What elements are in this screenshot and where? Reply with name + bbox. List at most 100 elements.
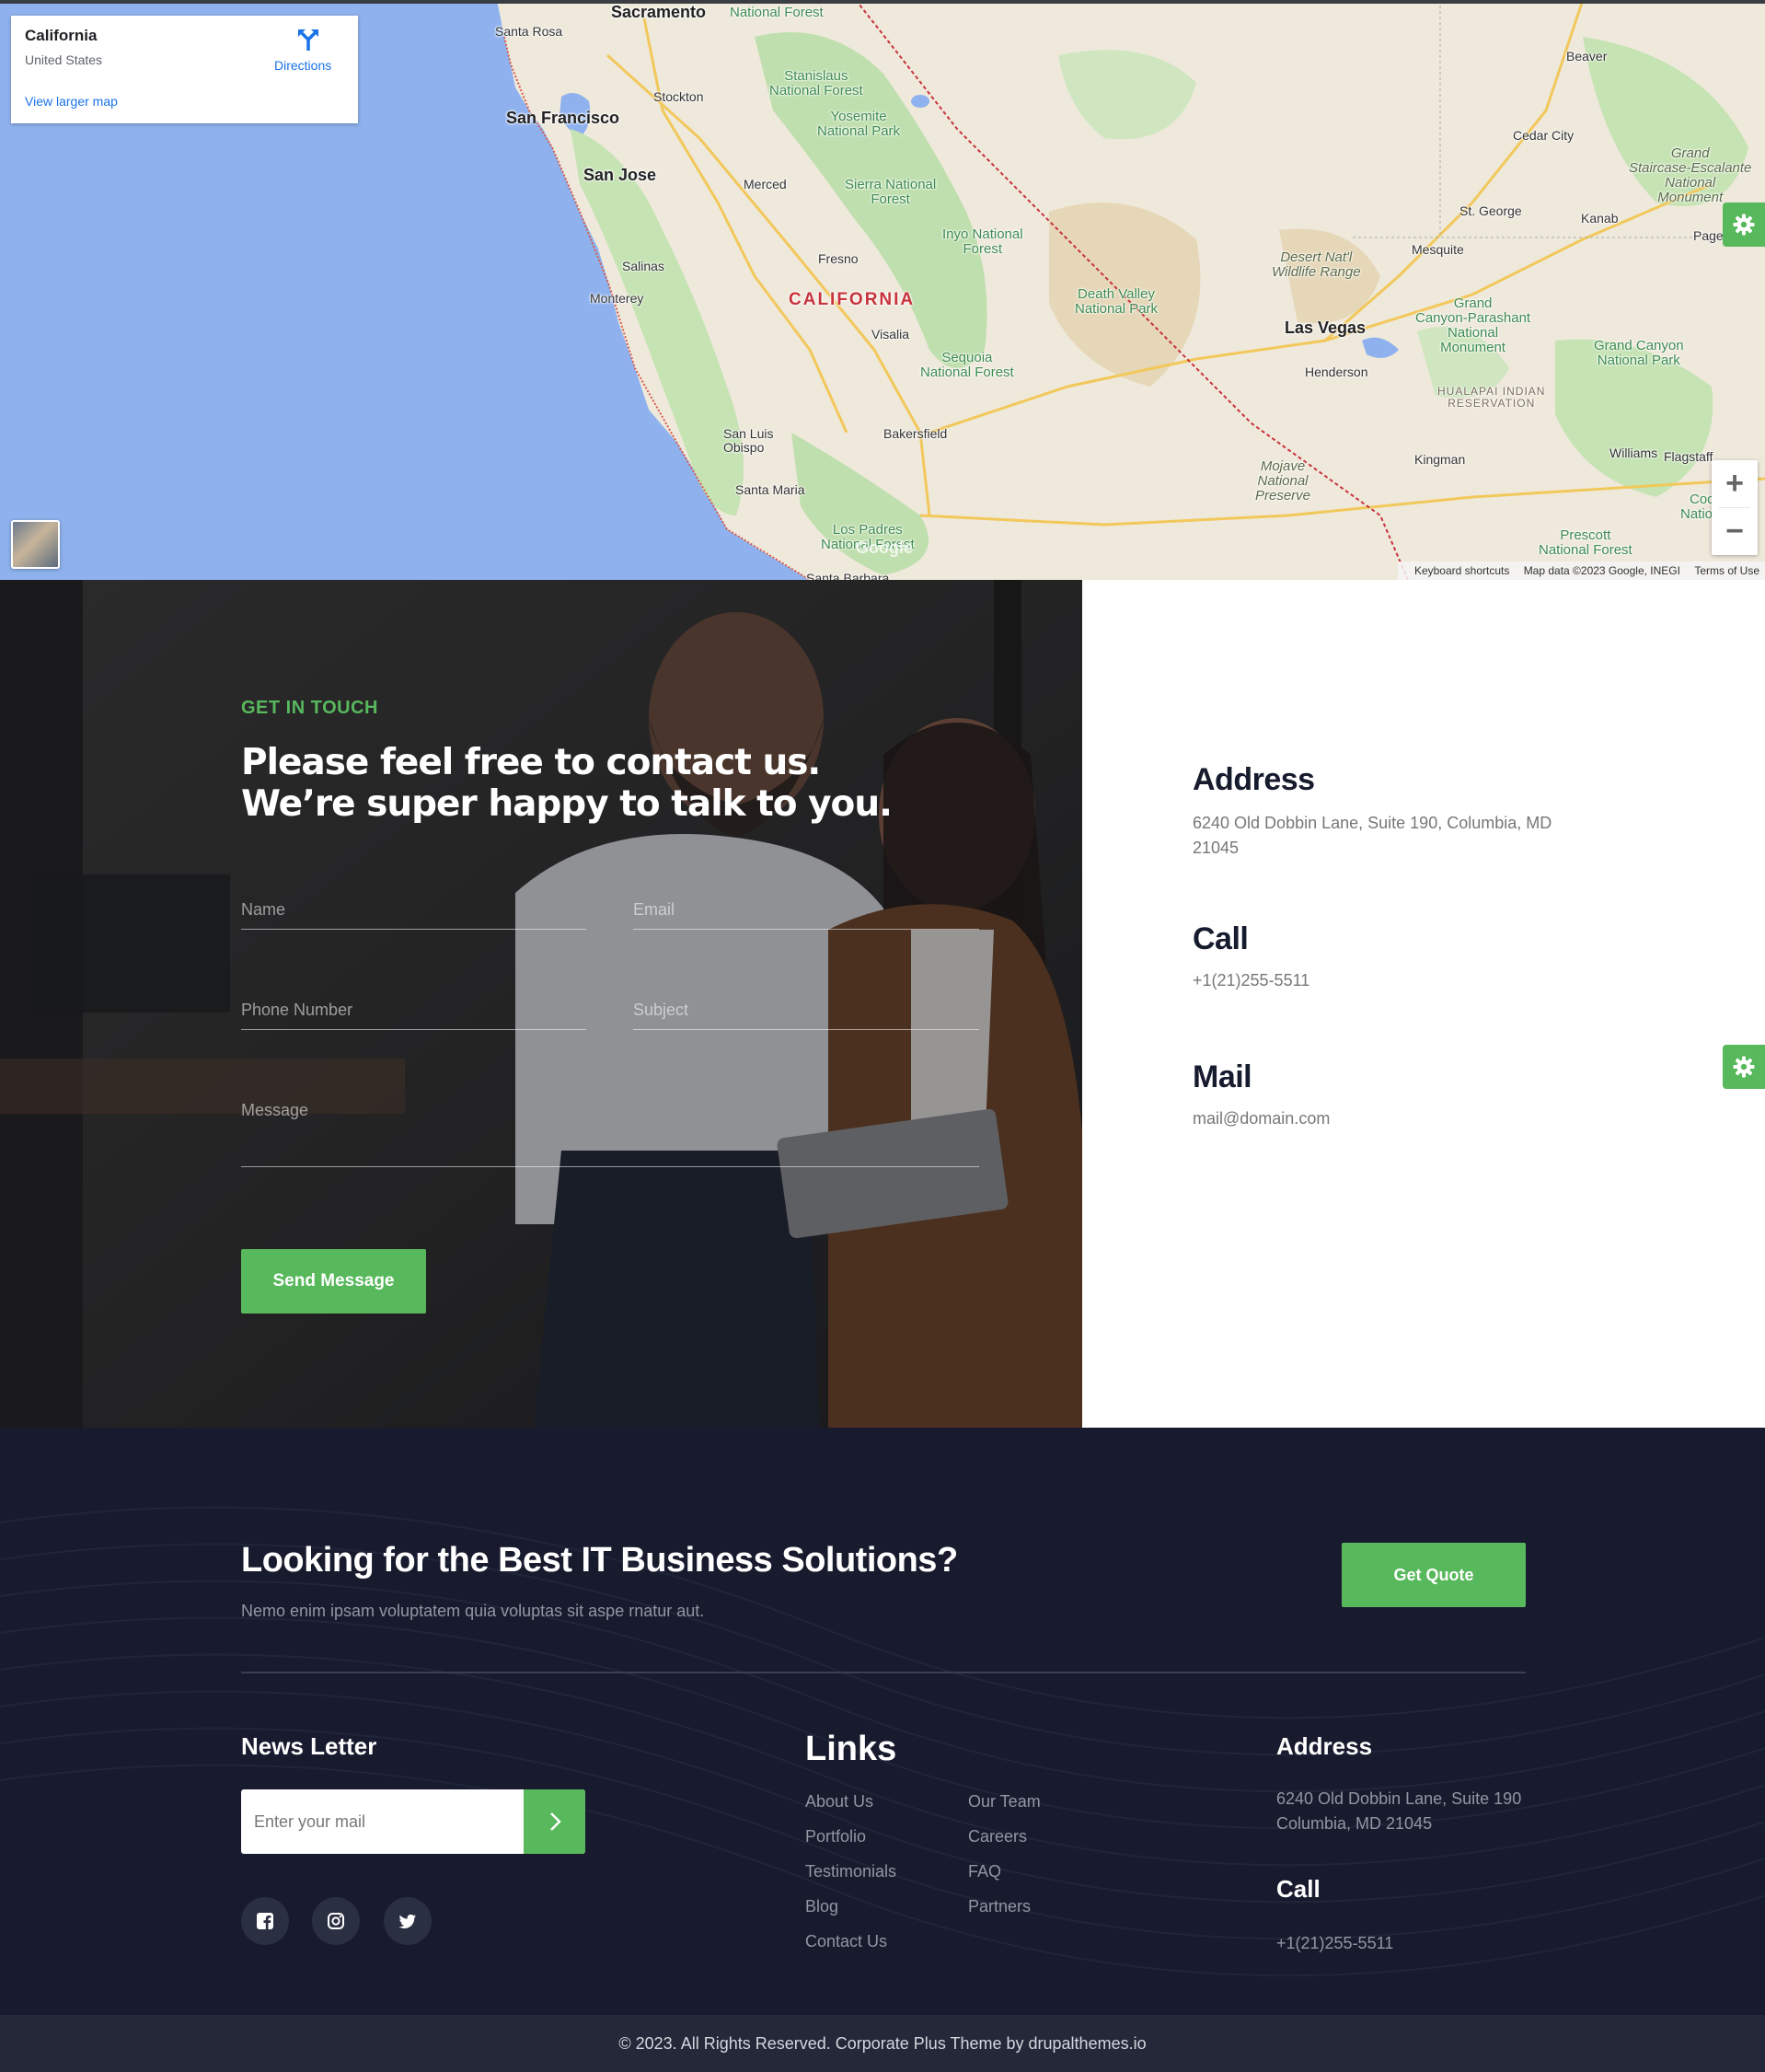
email-field[interactable]: Email [633, 893, 979, 930]
footer-link-about-us[interactable]: About Us [805, 1792, 873, 1812]
message-field[interactable]: Message [241, 1094, 979, 1167]
newsletter-submit-button[interactable] [524, 1789, 585, 1854]
map-place-country: United States [25, 52, 103, 67]
map-label-yosemite: Yosemite National Park [817, 109, 901, 139]
zoom-in-button[interactable]: + [1712, 460, 1758, 507]
site-footer: Looking for the Best IT Business Solutio… [0, 1428, 1765, 2015]
map-label-page: Page [1693, 228, 1724, 243]
map-label-san-luis-obispo: San Luis Obispo [723, 426, 774, 455]
footer-call-text: +1(21)255-5511 [1276, 1934, 1394, 1952]
name-field[interactable]: Name [241, 893, 586, 930]
footer-link-blog[interactable]: Blog [805, 1897, 838, 1916]
map-label-mesquite: Mesquite [1412, 242, 1464, 257]
embedded-map[interactable]: Santa Rosa Sacramento National Forest St… [0, 0, 1765, 580]
footer-link-faq[interactable]: FAQ [968, 1862, 1001, 1881]
directions-icon[interactable] [296, 27, 320, 51]
gear-icon [1733, 214, 1755, 236]
map-label-st-george: St. George [1459, 203, 1522, 218]
map-label-san-francisco: San Francisco [506, 109, 620, 127]
footer-divider [241, 1672, 1526, 1673]
footer-link-testimonials[interactable]: Testimonials [805, 1862, 896, 1881]
contact-eyebrow: GET IN TOUCH [241, 698, 378, 718]
map-label-las-vegas: Las Vegas [1285, 318, 1367, 337]
map-label-national-forest: National Forest [730, 5, 824, 20]
mail-text: mail@domain.com [1193, 1109, 1331, 1128]
google-logo: Google [856, 538, 913, 557]
subject-field[interactable]: Subject [633, 993, 979, 1030]
address-title: Address [1193, 762, 1315, 797]
footer-link-contact-us[interactable]: Contact Us [805, 1932, 887, 1951]
footer-address-text: 6240 Old Dobbin Lane, Suite 190 Columbia… [1276, 1789, 1522, 1833]
map-label-sacramento: Sacramento [611, 3, 707, 21]
map-top-strip [0, 0, 1765, 4]
message-placeholder: Message [241, 1101, 309, 1119]
footer-link-portfolio[interactable]: Portfolio [805, 1827, 866, 1846]
zoom-out-button[interactable]: − [1712, 508, 1758, 555]
view-larger-map-link[interactable]: View larger map [25, 94, 118, 109]
terms-link[interactable]: Terms of Use [1694, 564, 1759, 577]
email-placeholder: Email [633, 900, 675, 919]
cta-subtitle: Nemo enim ipsam voluptatem quia voluptas… [241, 1602, 705, 1620]
address-text: 6240 Old Dobbin Lane, Suite 190, Columbi… [1193, 814, 1552, 857]
send-message-button[interactable]: Send Message [241, 1249, 426, 1314]
call-text: +1(21)255-5511 [1193, 971, 1310, 990]
instagram-icon [328, 1913, 344, 1929]
footer-link-careers[interactable]: Careers [968, 1827, 1027, 1846]
map-place-name: California [25, 27, 98, 44]
footer-address-title: Address [1276, 1732, 1373, 1760]
map-label-parashant: Grand Canyon-Parashant National Monument [1415, 295, 1531, 355]
map-label-kanab: Kanab [1581, 211, 1619, 226]
map-label-sequoia: Sequoia National Forest [920, 350, 1014, 380]
call-title: Call [1193, 921, 1249, 956]
get-quote-button[interactable]: Get Quote [1342, 1543, 1526, 1607]
newsletter-form: Enter your mail [241, 1789, 585, 1854]
name-placeholder: Name [241, 900, 286, 919]
map-label-merced: Merced [744, 177, 787, 191]
map-label-grand-staircase: Grand Staircase-Escalante National Monum… [1629, 145, 1752, 205]
map-label-stockton: Stockton [653, 89, 704, 104]
chevron-right-icon [550, 1812, 561, 1831]
satellite-toggle[interactable] [11, 520, 60, 569]
map-label-williams: Williams [1609, 446, 1658, 460]
map-label-prescott: Prescott National Forest [1539, 527, 1632, 558]
footer-link-our-team[interactable]: Our Team [968, 1792, 1041, 1812]
map-label-santa-maria: Santa Maria [735, 482, 805, 497]
map-data-text: Map data ©2023 Google, INEGI [1523, 564, 1680, 577]
settings-tab-top[interactable] [1723, 203, 1765, 247]
map-label-hualapai: HUALAPAI INDIAN RESERVATION [1437, 385, 1546, 410]
map-label-santa-barbara: Santa Barbara [806, 571, 890, 580]
map-label-cedar-city: Cedar City [1513, 128, 1575, 143]
map-label-monterey: Monterey [590, 291, 644, 306]
map-label-santa-rosa: Santa Rosa [495, 24, 563, 39]
map-label-salinas: Salinas [622, 259, 664, 273]
mail-title: Mail [1193, 1059, 1252, 1094]
facebook-icon [257, 1913, 273, 1929]
footer-link-partners[interactable]: Partners [968, 1897, 1031, 1916]
map-label-visalia: Visalia [871, 327, 909, 341]
phone-placeholder: Phone Number [241, 1001, 353, 1019]
links-title: Links [805, 1730, 897, 1768]
contact-section: GET IN TOUCH Please feel free to contact… [0, 580, 1082, 1428]
map-label-death-valley: Death Valley National Park [1075, 286, 1159, 317]
newsletter-input[interactable]: Enter your mail [254, 1812, 365, 1832]
map-label-bakersfield: Bakersfield [883, 426, 948, 441]
contact-info-panel: Address 6240 Old Dobbin Lane, Suite 190,… [1082, 580, 1765, 1428]
subject-placeholder: Subject [633, 1001, 689, 1019]
settings-tab-bottom[interactable] [1723, 1045, 1765, 1089]
keyboard-shortcuts-link[interactable]: Keyboard shortcuts [1414, 564, 1509, 577]
contact-heading: Please feel free to contact us. We’re su… [241, 742, 893, 825]
twitter-button[interactable] [384, 1897, 432, 1945]
map-label-stanislaus: Stanislaus National Forest [769, 68, 863, 98]
phone-field[interactable]: Phone Number [241, 993, 586, 1030]
zoom-controls: + − [1712, 460, 1758, 555]
map-label-california: CALIFORNIA [789, 290, 916, 309]
map-label-fresno: Fresno [818, 251, 859, 266]
copyright-bar: © 2023. All Rights Reserved. Corporate P… [0, 2015, 1765, 2072]
map-label-inyo: Inyo National Forest [942, 226, 1023, 257]
map-attribution: Keyboard shortcuts Map data ©2023 Google… [1397, 561, 1765, 580]
facebook-button[interactable] [241, 1897, 289, 1945]
map-label-mojave: Mojave National Preserve [1255, 458, 1311, 504]
instagram-button[interactable] [312, 1897, 360, 1945]
directions-link[interactable]: Directions [274, 58, 331, 73]
newsletter-title: News Letter [241, 1732, 377, 1760]
